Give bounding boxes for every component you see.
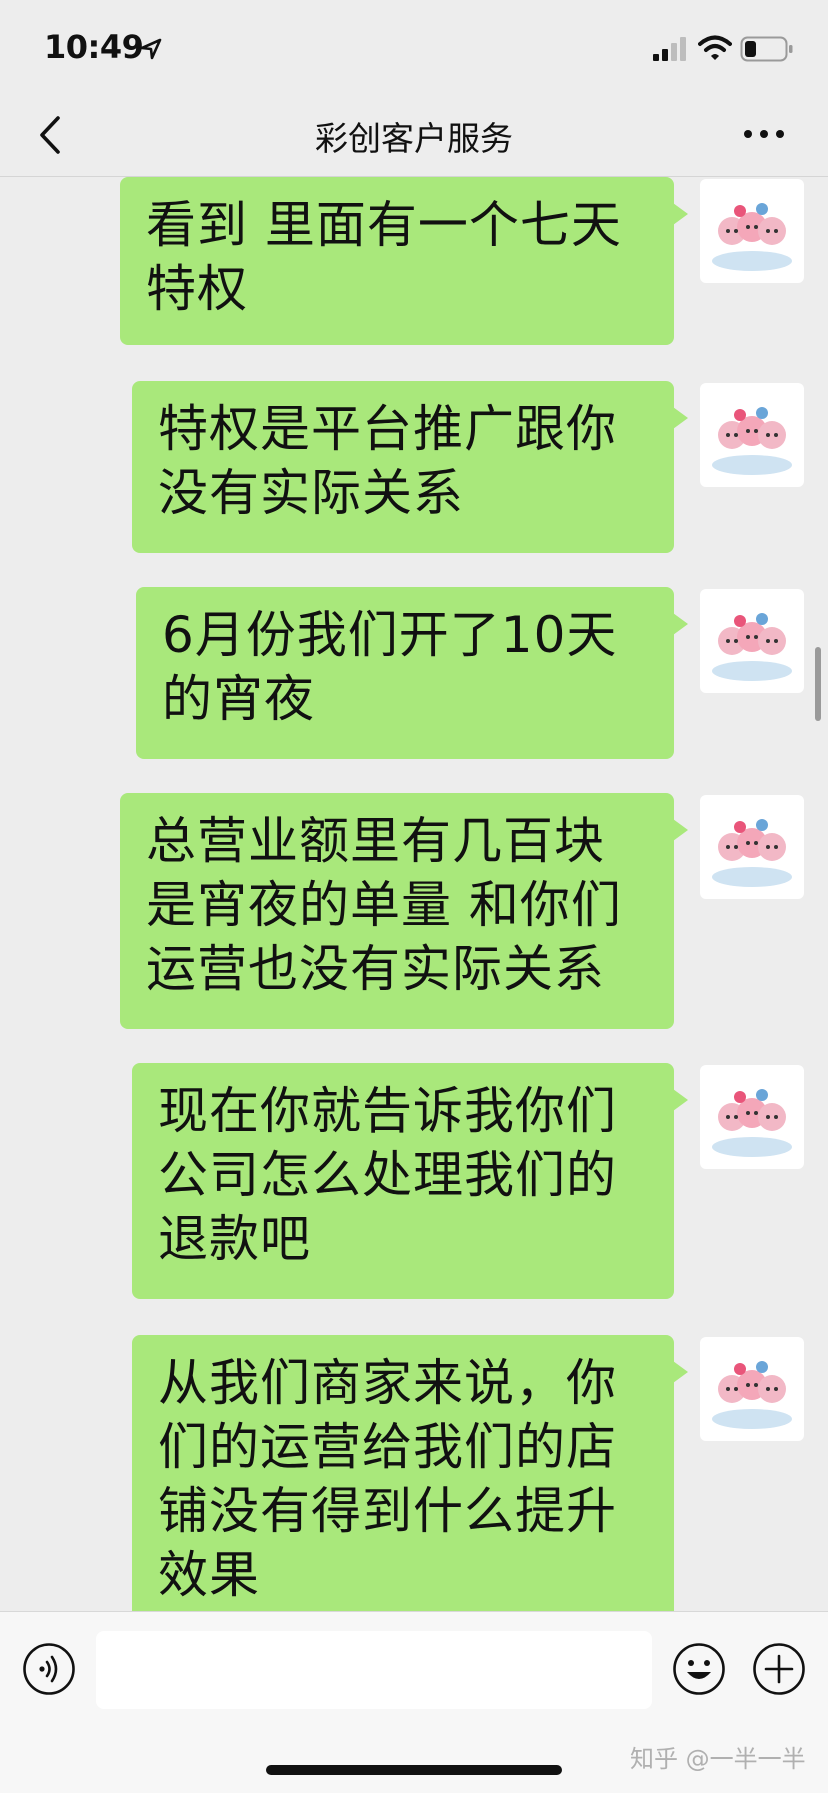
chat-area[interactable]: 看到 里面有一个七天 特权 特权是平台推广跟你 没有实际关系 6月份我们开了10…	[0, 177, 828, 1611]
avatar-image	[712, 1089, 792, 1157]
nav-bar: 彩创客户服务	[0, 94, 828, 177]
watermark: 知乎 @一半一半	[630, 1745, 806, 1773]
avatar-image	[712, 819, 792, 887]
avatar[interactable]	[700, 1065, 804, 1169]
message-bubble[interactable]: 看到 里面有一个七天 特权	[120, 177, 688, 345]
input-bar: 知乎 @一半一半	[0, 1611, 828, 1793]
voice-icon[interactable]	[22, 1642, 76, 1696]
message-bubble[interactable]: 特权是平台推广跟你 没有实际关系	[132, 381, 688, 553]
avatar[interactable]	[700, 179, 804, 283]
wifi-icon	[698, 35, 732, 60]
message-bubble[interactable]: 从我们商家来说，你 们的运营给我们的店 铺没有得到什么提升 效果	[132, 1335, 688, 1611]
plus-icon[interactable]	[752, 1642, 806, 1696]
status-bar: 10:49	[0, 0, 828, 94]
message-bubble[interactable]: 6月份我们开了10天 的宵夜	[136, 587, 688, 759]
status-time: 10:49	[44, 28, 144, 66]
avatar-image	[712, 1361, 792, 1429]
avatar-image	[712, 407, 792, 475]
more-dots-icon[interactable]	[742, 124, 786, 144]
avatar-image	[712, 203, 792, 271]
chat-title: 彩创客户服务	[315, 119, 513, 158]
location-arrow-icon	[140, 38, 162, 60]
avatar[interactable]	[700, 589, 804, 693]
avatar[interactable]	[700, 383, 804, 487]
home-indicator[interactable]	[266, 1765, 562, 1775]
battery-icon	[740, 36, 793, 62]
message-input[interactable]	[96, 1631, 652, 1709]
message-bubble[interactable]: 现在你就告诉我你们 公司怎么处理我们的 退款吧	[132, 1063, 688, 1299]
avatar[interactable]	[700, 1337, 804, 1441]
avatar[interactable]	[700, 795, 804, 899]
cellular-signal-icon	[653, 37, 686, 61]
avatar-image	[712, 613, 792, 681]
emoji-icon[interactable]	[672, 1642, 726, 1696]
scroll-indicator[interactable]	[815, 647, 821, 721]
message-bubble[interactable]: 总营业额里有几百块 是宵夜的单量 和你们 运营也没有实际关系	[120, 793, 688, 1029]
